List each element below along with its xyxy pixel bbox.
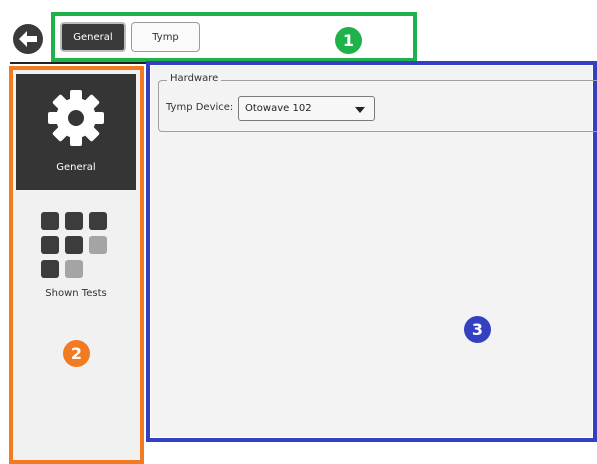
- sidebar-item-label: Shown Tests: [45, 288, 107, 299]
- callout-badge-3: 3: [464, 316, 491, 343]
- tab-tymp[interactable]: Tymp: [131, 22, 200, 52]
- callout-badge-1: 1: [335, 27, 362, 54]
- grid-icon: [41, 212, 107, 278]
- tymp-device-select[interactable]: Otowave 102: [238, 96, 375, 121]
- gear-icon: [48, 90, 104, 146]
- back-button[interactable]: [13, 24, 43, 54]
- tymp-device-label: Tymp Device:: [166, 102, 234, 113]
- sidebar-item-general[interactable]: General: [16, 74, 136, 190]
- sidebar-item-label: General: [56, 162, 96, 173]
- arrow-left-icon: [19, 31, 37, 47]
- callout-badge-2: 2: [63, 340, 90, 367]
- hardware-legend: Hardware: [167, 73, 222, 84]
- chevron-down-icon: [355, 107, 365, 113]
- sidebar-item-shown-tests[interactable]: Shown Tests: [16, 200, 136, 310]
- tymp-device-value: Otowave 102: [245, 103, 312, 114]
- tab-general[interactable]: General: [60, 22, 126, 52]
